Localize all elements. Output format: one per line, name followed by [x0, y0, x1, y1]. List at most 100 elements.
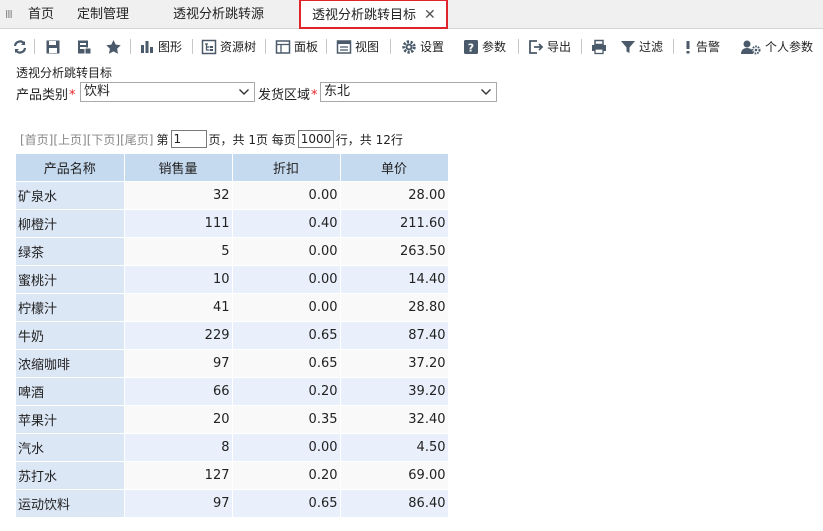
cell-discount: 0.00: [232, 237, 341, 266]
panel-button[interactable]: 面板: [275, 36, 318, 58]
tab-pivot-jump-source[interactable]: 透视分析跳转源: [173, 0, 264, 29]
cell-unit-price: 32.40: [340, 405, 449, 434]
cell-sales-volume: 41: [124, 293, 233, 322]
cell-sales-volume: 127: [124, 461, 233, 490]
column-header-sales-volume[interactable]: 销售量: [124, 154, 233, 182]
cell-sales-volume: 32: [124, 181, 233, 210]
params-button-label: 参数: [482, 40, 507, 54]
cell-sales-volume: 66: [124, 377, 233, 406]
resource-tree-button[interactable]: 资源树: [201, 36, 256, 58]
toolbar-divider: [326, 39, 327, 54]
panel-button-label: 面板: [294, 40, 319, 54]
filter-icon: [621, 41, 635, 53]
tab-pivot-jump-target[interactable]: 透视分析跳转目标 ✕: [299, 0, 448, 29]
table-row: 汽水 8 0.00 4.50: [16, 433, 449, 462]
print-button[interactable]: [591, 36, 610, 58]
cell-product-name: 汽水: [16, 433, 125, 462]
resource-tree-icon: [201, 39, 217, 55]
cell-discount: 0.00: [232, 265, 341, 294]
pager-page-suffix: 页，共 1页 每页: [208, 132, 296, 147]
alert-button[interactable]: 告警: [683, 36, 720, 58]
tab-strip: III 首页 定制管理 透视分析跳转源 透视分析跳转目标 ✕: [0, 0, 823, 29]
toolbar-divider: [390, 39, 391, 54]
graph-button[interactable]: 图形: [139, 36, 182, 58]
table-row: 绿茶 5 0.00 263.50: [16, 237, 449, 266]
save-button[interactable]: [45, 36, 64, 58]
star-icon: [106, 40, 121, 54]
favorite-button[interactable]: [105, 36, 125, 58]
export-button[interactable]: 导出: [528, 36, 571, 58]
pager-prev-link[interactable]: [上页]: [53, 131, 86, 148]
pager-last-link[interactable]: [尾页]: [120, 131, 153, 148]
cell-product-name: 苹果汁: [16, 405, 125, 434]
save-as-button[interactable]: [76, 36, 95, 58]
table-row: 柠檬汁 41 0.00 28.80: [16, 293, 449, 322]
help-icon: ?: [464, 40, 478, 55]
pivot-table: 产品名称 销售量 折扣 单价 矿泉水 32 0.00 28.00 柳橙汁 111 0.40 2…: [16, 154, 449, 518]
column-header-unit-price[interactable]: 单价: [340, 154, 449, 182]
cell-discount: 0.65: [232, 489, 341, 518]
cell-sales-volume: 8: [124, 433, 233, 462]
cell-unit-price: 28.80: [340, 293, 449, 322]
cell-sales-volume: 97: [124, 349, 233, 378]
pager-next-link[interactable]: [下页]: [87, 131, 120, 148]
cell-product-name: 啤酒: [16, 377, 125, 406]
column-header-discount[interactable]: 折扣: [232, 154, 341, 182]
params-button[interactable]: ? 参数: [463, 36, 506, 58]
required-mark: *: [69, 88, 76, 103]
cell-product-name: 矿泉水: [16, 181, 125, 210]
parameter-panel-title: 透视分析跳转目标: [16, 66, 113, 80]
product-category-label-text: 产品类别: [16, 88, 69, 103]
cell-sales-volume: 20: [124, 405, 233, 434]
cell-discount: 0.00: [232, 433, 341, 462]
page-number-input[interactable]: 1: [170, 130, 207, 148]
alert-button-label: 告警: [696, 40, 721, 54]
user-settings-icon: [741, 40, 761, 55]
refresh-button[interactable]: [12, 36, 31, 58]
ship-region-value: 东北: [324, 84, 351, 99]
view-button-label: 视图: [355, 40, 380, 54]
table-row: 苏打水 127 0.20 69.00: [16, 461, 449, 490]
toolbar-divider: [265, 39, 266, 54]
table-header-row: 产品名称 销售量 折扣 单价: [16, 154, 449, 182]
cell-sales-volume: 97: [124, 489, 233, 518]
ship-region-label-text: 发货区域: [258, 88, 311, 103]
cell-unit-price: 4.50: [340, 433, 449, 462]
close-icon[interactable]: ✕: [424, 1, 436, 29]
cell-discount: 0.20: [232, 377, 341, 406]
gear-icon: [402, 40, 416, 54]
settings-button-label: 设置: [420, 40, 445, 54]
toolbar-divider: [130, 39, 131, 54]
cell-product-name: 苏打水: [16, 461, 125, 490]
toolbar-divider: [34, 39, 35, 54]
save-icon: [46, 40, 60, 54]
graph-button-label: 图形: [158, 40, 183, 54]
required-mark: *: [311, 88, 318, 103]
table-row: 运动饮料 97 0.65 86.40: [16, 489, 449, 518]
column-header-product-name[interactable]: 产品名称: [16, 154, 125, 182]
tab-custom-management[interactable]: 定制管理: [77, 0, 129, 29]
cell-sales-volume: 111: [124, 209, 233, 238]
save-as-icon: [78, 40, 92, 55]
personal-params-button[interactable]: 个人参数: [740, 36, 813, 58]
settings-button[interactable]: 设置: [401, 36, 444, 58]
tab-custom-management-label: 定制管理: [77, 7, 130, 22]
view-button[interactable]: 视图: [336, 36, 379, 58]
cell-unit-price: 28.00: [340, 181, 449, 210]
tab-home[interactable]: 首页: [28, 0, 54, 29]
cell-product-name: 柠檬汁: [16, 293, 125, 322]
bar-chart-icon: [141, 41, 153, 53]
rows-per-page-input[interactable]: 1000: [297, 130, 334, 148]
pager-rows-suffix: 行，共 12行: [335, 132, 403, 147]
cell-discount: 0.00: [232, 181, 341, 210]
pager-page-prefix: 第: [156, 132, 169, 147]
export-icon: [529, 40, 544, 54]
pager-first-link[interactable]: [首页]: [20, 131, 53, 148]
product-category-select[interactable]: 饮料: [80, 82, 255, 102]
toolbar: 图形 资源树 面板 视图 设置 ? 参数 导出 过滤 告警 个人参数: [0, 30, 823, 63]
filter-button[interactable]: 过滤: [620, 36, 663, 58]
cell-discount: 0.20: [232, 461, 341, 490]
ship-region-select[interactable]: 东北: [320, 82, 497, 102]
tab-strip-handle-icon[interactable]: III: [5, 8, 13, 21]
pager: [首页] [上页] [下页] [尾页] 第 1 页，共 1页 每页 1000 行…: [20, 129, 403, 149]
